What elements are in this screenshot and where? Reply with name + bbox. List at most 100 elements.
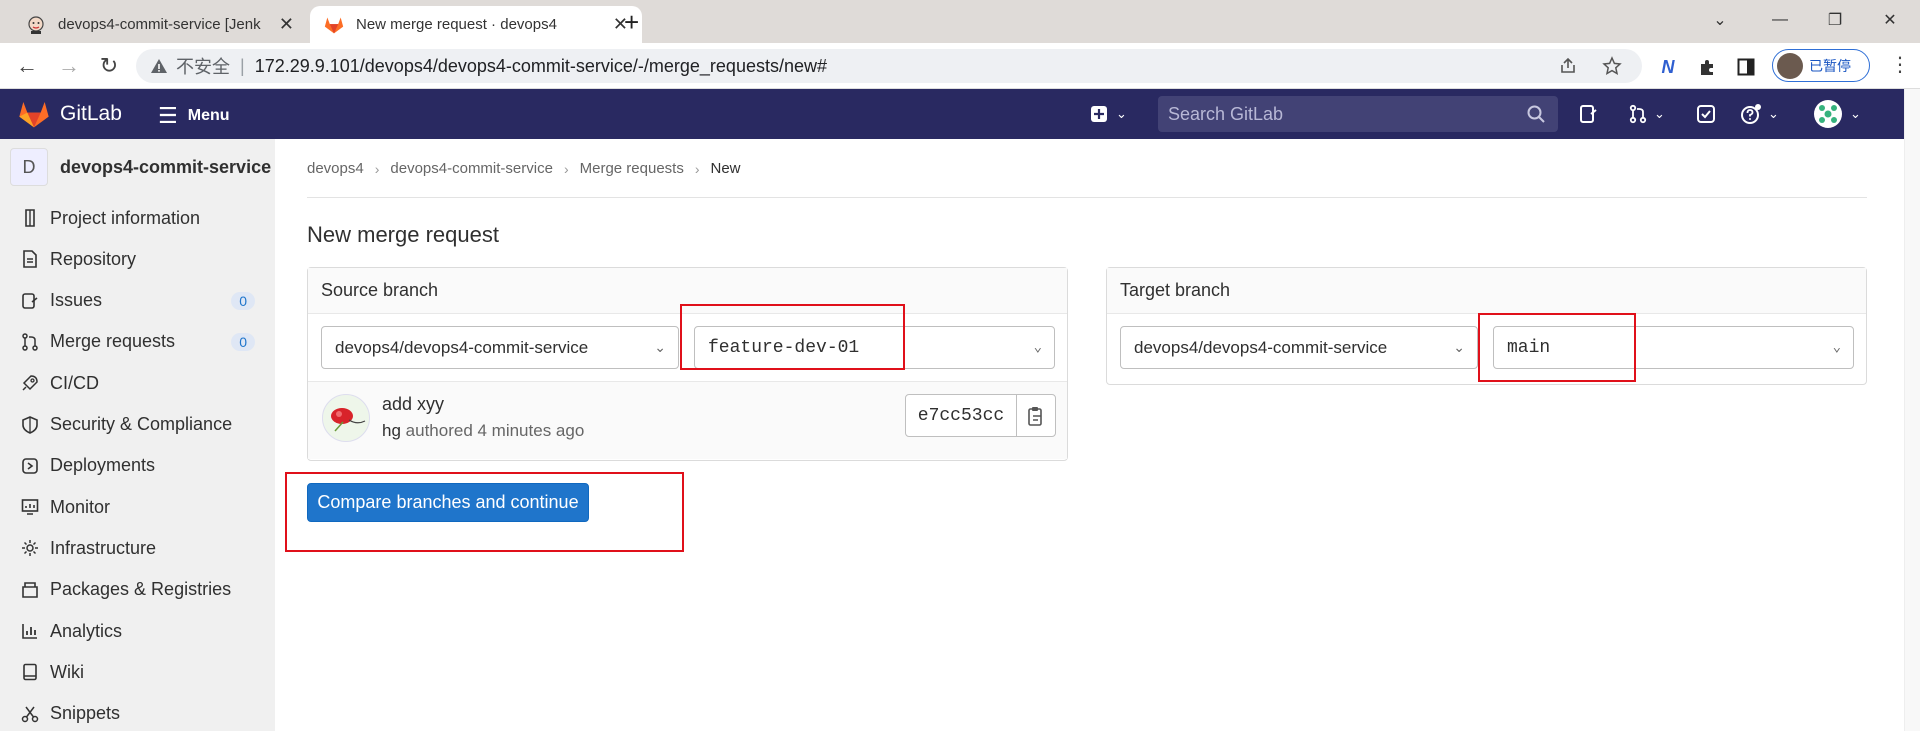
sidebar-item-packages-registries[interactable]: Packages & Registries (0, 570, 275, 610)
sidebar-item-deployments[interactable]: Deployments (0, 446, 275, 486)
target-project-select[interactable]: devops4/devops4-commit-service ⌄ (1120, 326, 1478, 369)
commit-item: add xyy hg authored 4 minutes ago e7cc53… (308, 381, 1067, 459)
sidebar-item-analytics[interactable]: Analytics (0, 611, 275, 651)
tab-title: New merge request · devops4 (356, 16, 557, 33)
window-close-icon[interactable]: ✕ (1860, 0, 1920, 40)
chevron-down-icon: ⌄ (1033, 340, 1042, 356)
sidebar-item-label: Issues (50, 290, 103, 311)
chevron-down-icon: ⌄ (1768, 106, 1779, 121)
page-title: New merge request (307, 222, 499, 247)
extension-n-icon[interactable]: N (1656, 55, 1680, 79)
chevron-right-icon: › (694, 160, 700, 177)
merge-icon (20, 332, 40, 352)
scrollbar[interactable] (1904, 89, 1920, 731)
breadcrumb-project[interactable]: devops4-commit-service (390, 160, 553, 177)
divider (307, 197, 1867, 198)
new-item-dropdown[interactable]: ⌄ (1090, 102, 1127, 126)
breadcrumb-merge-requests[interactable]: Merge requests (580, 160, 684, 177)
sidebar-item-label: Deployments (50, 455, 156, 476)
target-branch-heading: Target branch (1107, 268, 1866, 314)
sidebar-item-label: Packages & Registries (50, 579, 232, 600)
jenkins-icon (28, 15, 44, 34)
forward-icon[interactable]: → (56, 53, 82, 79)
todo-icon[interactable] (1696, 102, 1716, 126)
minimize-icon[interactable]: — (1750, 0, 1810, 40)
chevron-down-icon: ⌄ (1832, 340, 1841, 356)
sidebar-item-merge-requests[interactable]: Merge requests 0 (0, 322, 275, 362)
highlight-box (680, 304, 905, 370)
merge-icon (1629, 104, 1647, 124)
profile-button[interactable]: 已暂停 (1772, 49, 1870, 82)
sidebar-item-snippets[interactable]: Snippets (0, 694, 275, 734)
sidebar-item-project-information[interactable]: Project information (0, 198, 275, 238)
source-project-select[interactable]: devops4/devops4-commit-service ⌄ (321, 326, 679, 369)
highlight-box (1478, 313, 1636, 382)
sidebar-item-issues[interactable]: Issues 0 (0, 281, 275, 321)
sidebar-item-label: Repository (50, 248, 137, 269)
extensions-puzzle-icon[interactable] (1696, 55, 1720, 79)
sidebar-item-repository[interactable]: Repository (0, 239, 275, 279)
avatar (1777, 52, 1803, 79)
chevron-down-icon: ⌄ (1850, 106, 1861, 121)
help-dropdown[interactable]: ⌄ (1740, 102, 1779, 126)
url-field[interactable]: 不安全 | 172.29.9.101/devops4/devops4-commi… (136, 49, 1642, 83)
menu-label: Menu (187, 107, 230, 124)
package-icon (20, 580, 40, 600)
browser-tab-strip: devops4-commit-service [Jenk ✕ New merge… (0, 0, 1920, 43)
divider: | (240, 55, 245, 76)
copy-sha-button[interactable] (1016, 394, 1056, 437)
sidebar-item-label: Monitor (50, 496, 111, 517)
sidebar-item-infrastructure[interactable]: Infrastructure (0, 528, 275, 568)
menu-button[interactable]: ☰ Menu (158, 103, 230, 129)
browser-menu-icon[interactable]: ⋮ (1890, 55, 1910, 75)
sidebar-item-security-compliance[interactable]: Security & Compliance (0, 405, 275, 445)
commit-author[interactable]: hg (382, 421, 401, 440)
search-input[interactable]: Search GitLab (1158, 96, 1558, 132)
sidebar-item-label: Security & Compliance (50, 414, 233, 434)
cloud-icon (20, 538, 40, 558)
back-icon[interactable]: ← (14, 53, 40, 79)
merge-requests-dropdown[interactable]: ⌄ (1628, 102, 1665, 126)
browser-tab-gitlab[interactable]: New merge request · devops4 ✕ (310, 6, 642, 43)
breadcrumb: devops4 › devops4-commit-service › Merge… (307, 160, 741, 177)
sidebar-item-ci-cd[interactable]: CI/CD (0, 363, 275, 403)
breadcrumb-group[interactable]: devops4 (307, 160, 364, 177)
commit-sha[interactable]: e7cc53cc (905, 394, 1017, 437)
commit-author-avatar (322, 394, 370, 442)
commit-author-line: hg authored 4 minutes ago (382, 421, 584, 441)
profile-status: 已暂停 (1809, 57, 1851, 74)
address-bar: ← → ↻ 不安全 | 172.29.9.101/devops4/devops4… (0, 43, 1920, 89)
commit-message[interactable]: add xyy (382, 394, 444, 415)
book-icon (20, 662, 40, 682)
commit-meta: authored 4 minutes ago (405, 421, 585, 440)
project-header[interactable]: D devops4-commit-service (10, 148, 271, 186)
browser-tab-jenkins[interactable]: devops4-commit-service [Jenk ✕ (12, 6, 308, 43)
chevron-down-icon: ⌄ (1453, 339, 1465, 355)
breadcrumb-current[interactable]: New (711, 160, 741, 177)
sidebar-item-monitor[interactable]: Monitor (0, 487, 275, 527)
reload-icon[interactable]: ↻ (96, 53, 122, 79)
help-icon (1741, 104, 1761, 124)
tab-search-chevron-icon[interactable]: ⌄ (1690, 0, 1750, 40)
user-menu[interactable]: ⌄ (1814, 100, 1861, 128)
sidebar-item-wiki[interactable]: Wiki (0, 652, 275, 692)
close-icon[interactable]: ✕ (279, 15, 294, 33)
chevron-down-icon: ⌄ (1116, 106, 1127, 121)
count-badge: 0 (231, 332, 255, 351)
highlight-box (285, 472, 684, 552)
share-icon[interactable] (1558, 56, 1578, 76)
new-tab-icon[interactable]: + (624, 9, 639, 35)
sidebar-item-label: Merge requests (50, 331, 176, 352)
shield-icon (20, 415, 40, 435)
issues-icon[interactable] (1578, 102, 1598, 126)
star-icon[interactable] (1602, 56, 1622, 76)
source-project-value: devops4/devops4-commit-service (335, 337, 589, 357)
restore-icon[interactable]: ❐ (1805, 0, 1865, 40)
gitlab-logo[interactable]: GitLab (18, 99, 122, 129)
gitlab-header: GitLab ☰ Menu ⌄ Search GitLab ⌄ ⌄ ⌄ (0, 89, 1920, 139)
plus-square-icon (1091, 106, 1107, 122)
target-project-value: devops4/devops4-commit-service (1134, 337, 1388, 357)
side-panel-icon[interactable] (1734, 55, 1758, 79)
copy-icon (1028, 406, 1042, 426)
scissors-icon (20, 704, 40, 724)
